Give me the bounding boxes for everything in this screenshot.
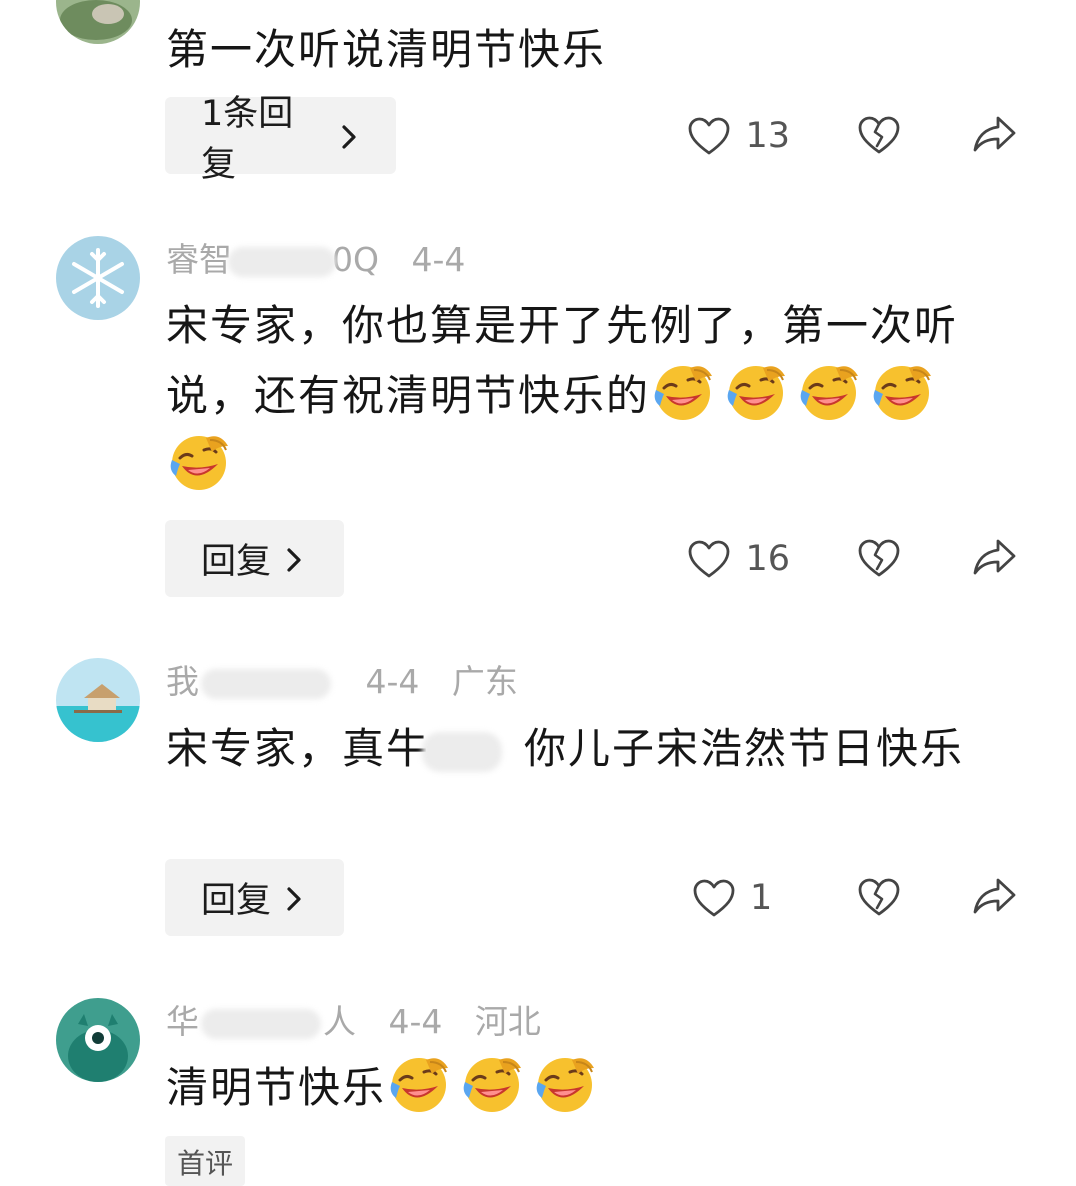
username[interactable]: 睿智 0Q <box>166 240 379 279</box>
redaction-blur <box>228 246 336 277</box>
redaction-blur <box>201 668 331 699</box>
comment-date: 4-4 <box>411 240 466 279</box>
avatar[interactable] <box>56 236 140 320</box>
rolling-laugh-emoji <box>796 360 862 424</box>
comment-meta: 华人 4-4 河北 <box>166 1000 563 1044</box>
reply-label: 1条回复 <box>201 93 294 185</box>
like-count: 1 <box>750 878 773 918</box>
heart-outline-icon <box>689 540 730 578</box>
username[interactable]: 我 <box>166 662 333 701</box>
share-arrow-icon <box>973 878 1016 914</box>
dislike-button[interactable] <box>856 872 902 920</box>
comment-text: 第一次听说清明节快乐 <box>166 25 607 74</box>
comment-location: 广东 <box>451 662 518 701</box>
like-button[interactable]: 16 <box>687 529 790 589</box>
comment-meta: 我 4-4 广东 <box>166 660 540 704</box>
reply-label: 回复 <box>201 881 272 921</box>
share-button[interactable] <box>970 533 1018 581</box>
comment-text: 清明节快乐 <box>166 1052 1006 1122</box>
redaction-blur <box>422 731 503 772</box>
share-button[interactable] <box>970 872 1018 920</box>
comment-text-part: 宋专家，真牛 <box>166 724 431 773</box>
rolling-laugh-emoji <box>650 360 716 424</box>
comment-date: 4-4 <box>388 1002 443 1041</box>
rolling-laugh-emoji <box>723 360 789 424</box>
comment-meta: 睿智 0Q 4-4 <box>166 238 487 282</box>
share-arrow-icon <box>973 539 1016 575</box>
reply-label: 回复 <box>201 542 272 582</box>
share-arrow-icon <box>973 116 1016 152</box>
avatar[interactable] <box>56 998 140 1082</box>
view-replies-button[interactable]: 1条回复 <box>165 94 396 185</box>
broken-heart-icon <box>858 116 900 154</box>
like-button[interactable]: 13 <box>687 106 790 166</box>
comment-text-body: 清明节快乐 <box>166 1063 387 1112</box>
redaction-blur <box>201 1008 321 1039</box>
like-count: 13 <box>745 116 790 156</box>
heart-outline-icon <box>693 879 735 917</box>
rolling-laugh-emoji <box>532 1052 598 1116</box>
comment-text-part: 你儿子宋浩然节日快乐 <box>524 724 965 773</box>
chevron-right-icon <box>338 121 360 151</box>
comment-location: 河北 <box>474 1002 541 1041</box>
comment-text: 宋专家，真牛 你儿子宋浩然节日快乐 <box>166 715 1006 783</box>
username[interactable]: 华人 <box>166 1002 356 1041</box>
avatar[interactable] <box>56 658 140 742</box>
like-button[interactable]: 1 <box>692 868 790 928</box>
broken-heart-icon <box>858 539 900 577</box>
share-button[interactable] <box>970 110 1018 158</box>
rolling-laugh-emoji <box>386 1052 452 1116</box>
rolling-laugh-emoji <box>459 1052 525 1116</box>
dislike-button[interactable] <box>856 110 902 158</box>
reply-button[interactable]: 回复 <box>165 520 344 597</box>
rolling-laugh-emoji <box>166 430 232 494</box>
comment-text: 宋专家，你也算是开了先例了，第一次听说，还有祝清明节快乐的 <box>166 292 1006 500</box>
comment-date: 4-4 <box>365 662 420 701</box>
broken-heart-icon <box>858 878 900 916</box>
reply-button[interactable]: 回复 <box>165 859 344 936</box>
rolling-laugh-emoji <box>869 360 935 424</box>
avatar[interactable] <box>56 0 140 44</box>
like-count: 16 <box>745 539 790 579</box>
chevron-right-icon <box>283 544 305 574</box>
chevron-right-icon <box>283 883 305 913</box>
dislike-button[interactable] <box>856 533 902 581</box>
heart-outline-icon <box>689 117 730 155</box>
first-comment-badge: 首评 <box>165 1136 246 1186</box>
